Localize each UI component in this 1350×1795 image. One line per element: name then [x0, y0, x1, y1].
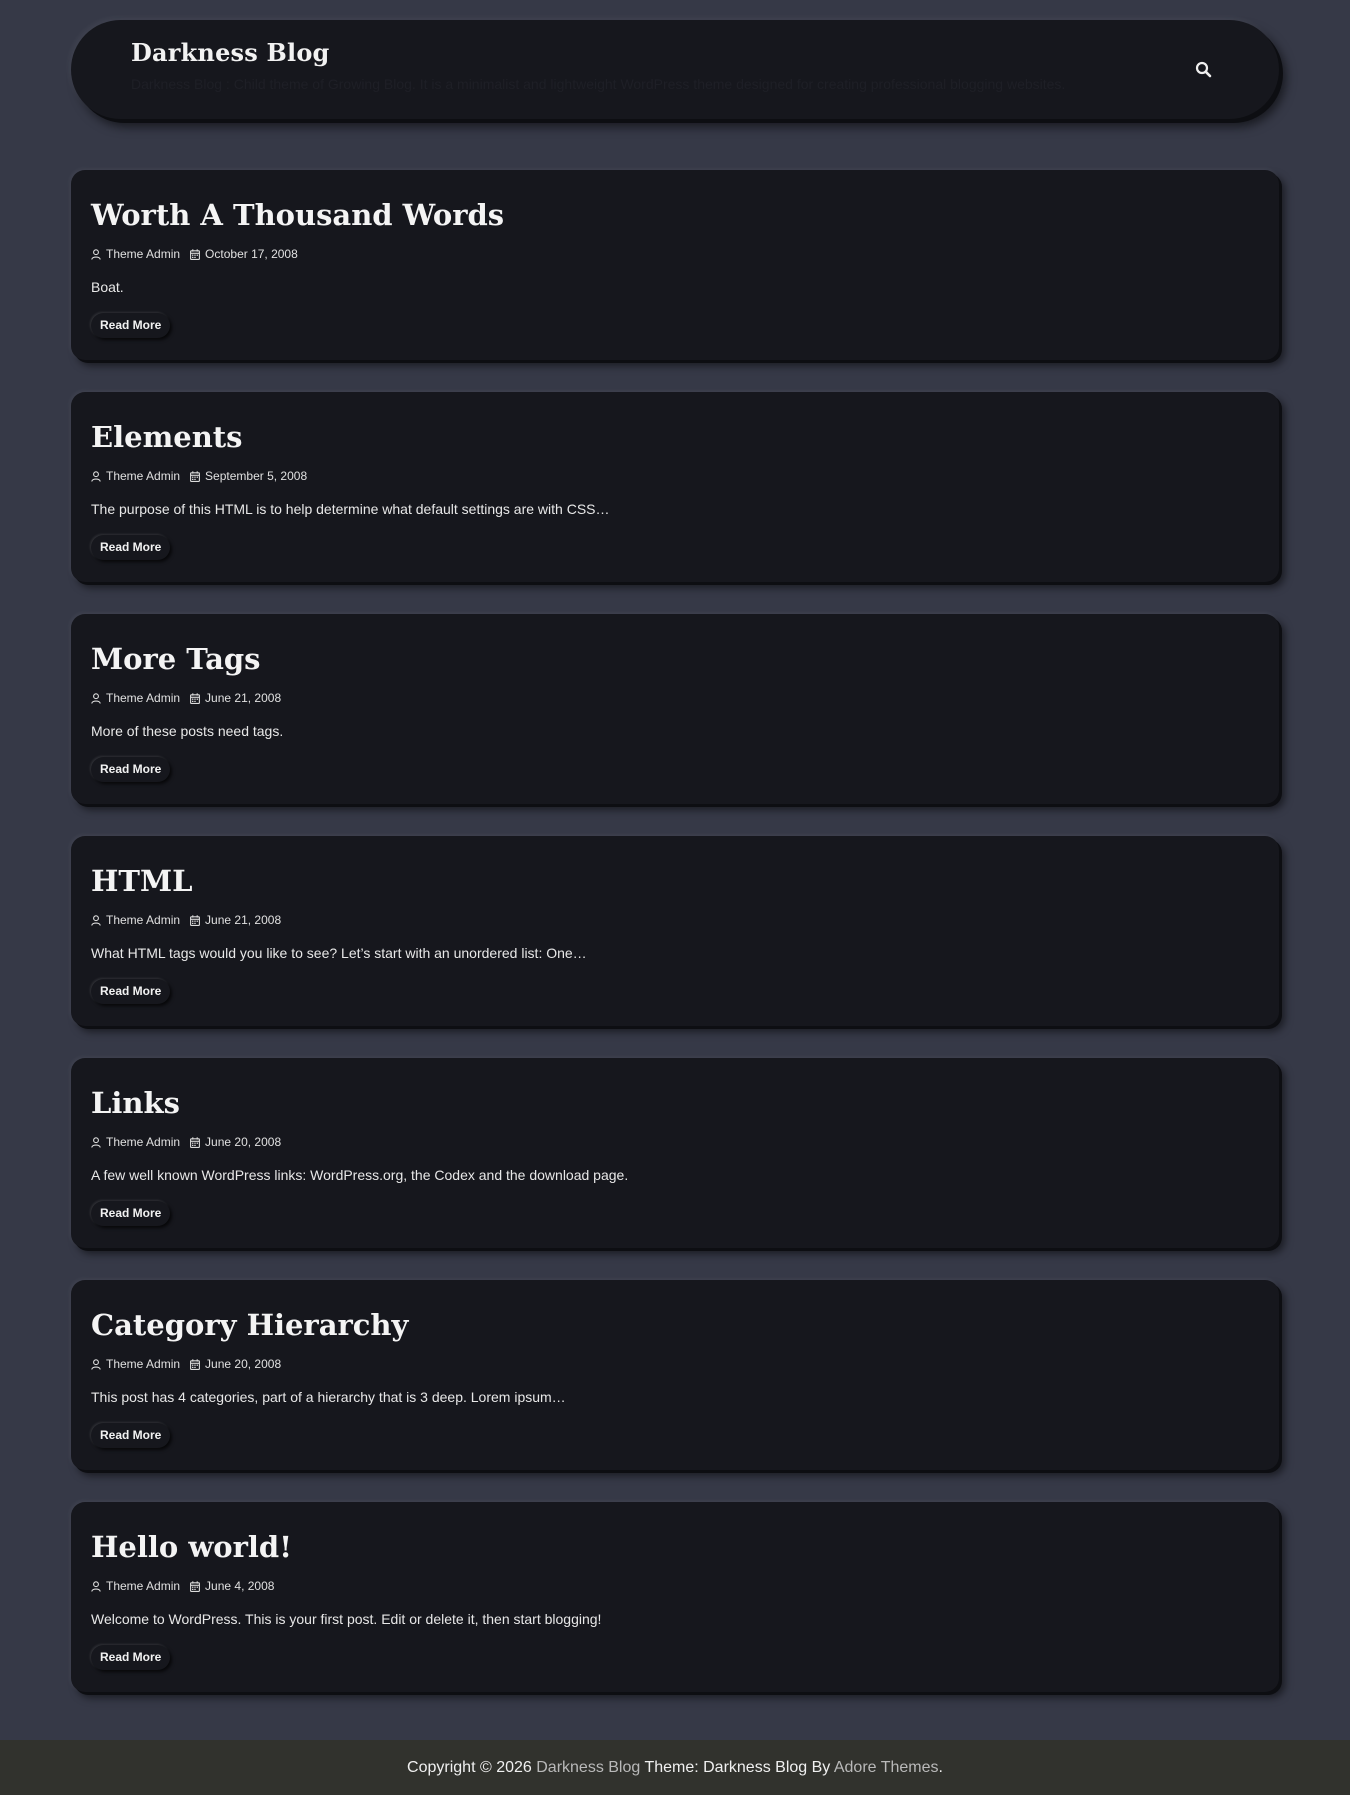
user-icon	[91, 914, 101, 926]
post-date[interactable]: June 20, 2008	[190, 1357, 281, 1371]
post-date-text: June 21, 2008	[205, 913, 282, 927]
read-more-button[interactable]: Read More	[91, 1645, 171, 1670]
post-date-text: June 20, 2008	[205, 1357, 282, 1371]
site-title[interactable]: Darkness Blog	[131, 38, 330, 67]
post-author[interactable]: Theme Admin	[91, 247, 180, 261]
post-title[interactable]: Elements	[91, 420, 243, 454]
post-card: Links Theme Admin June 20, 2008 A few well …	[71, 1058, 1279, 1248]
post-date[interactable]: June 20, 2008	[190, 1135, 281, 1149]
post-date-text: June 4, 2008	[205, 1579, 275, 1593]
post-author[interactable]: Theme Admin	[91, 691, 180, 705]
post-author-name: Theme Admin	[106, 1135, 181, 1149]
post-date-text: September 5, 2008	[205, 469, 308, 483]
post-title[interactable]: Hello world!	[91, 1530, 292, 1564]
user-icon	[91, 1358, 101, 1370]
footer-suffix: .	[938, 1759, 943, 1776]
read-more-button[interactable]: Read More	[91, 1423, 171, 1448]
search-icon	[1195, 61, 1212, 78]
post-author-name: Theme Admin	[106, 247, 181, 261]
post-author[interactable]: Theme Admin	[91, 1135, 180, 1149]
post-author-name: Theme Admin	[106, 1357, 181, 1371]
post-title[interactable]: Category Hierarchy	[91, 1308, 408, 1342]
calendar-icon	[190, 1136, 200, 1148]
post-author-name: Theme Admin	[106, 469, 181, 483]
post-meta: Theme Admin June 4, 2008	[91, 1579, 284, 1593]
post-author[interactable]: Theme Admin	[91, 913, 180, 927]
post-card: Hello world! Theme Admin June 4, 2008 Welco…	[71, 1502, 1279, 1692]
post-author-name: Theme Admin	[106, 1579, 181, 1593]
calendar-icon	[190, 914, 200, 926]
post-date[interactable]: September 5, 2008	[190, 469, 307, 483]
post-title[interactable]: More Tags	[91, 642, 260, 676]
post-author-name: Theme Admin	[106, 691, 181, 705]
post-excerpt: A few well known WordPress links: WordPr…	[91, 1167, 629, 1183]
post-title[interactable]: Worth A Thousand Words	[91, 198, 504, 232]
calendar-icon	[190, 470, 200, 482]
copyright-text: Copyright © 2026	[407, 1759, 532, 1776]
calendar-icon	[190, 1580, 200, 1592]
post-card: Worth A Thousand Words Theme Admin October…	[71, 170, 1279, 360]
post-card: Elements Theme Admin September 5, 2008 The …	[71, 392, 1279, 582]
read-more-button[interactable]: Read More	[91, 757, 171, 782]
post-author[interactable]: Theme Admin	[91, 1579, 180, 1593]
post-excerpt: The purpose of this HTML is to help dete…	[91, 501, 610, 517]
post-date[interactable]: October 17, 2008	[190, 247, 298, 261]
post-excerpt: Boat.	[91, 279, 124, 295]
read-more-button[interactable]: Read More	[91, 535, 171, 560]
user-icon	[91, 1136, 101, 1148]
site-footer: Copyright © 2026 Darkness Blog Theme: Da…	[0, 1740, 1350, 1795]
post-author[interactable]: Theme Admin	[91, 1357, 180, 1371]
post-date[interactable]: June 21, 2008	[190, 913, 281, 927]
post-meta: Theme Admin June 21, 2008	[91, 913, 291, 927]
post-card: More Tags Theme Admin June 21, 2008 More of…	[71, 614, 1279, 804]
post-author[interactable]: Theme Admin	[91, 469, 180, 483]
search-button[interactable]	[1192, 58, 1216, 82]
read-more-button[interactable]: Read More	[91, 1201, 171, 1226]
site-header: Darkness Blog Darkness Blog : Child them…	[71, 20, 1279, 119]
post-meta: Theme Admin June 21, 2008	[91, 691, 291, 705]
post-meta: Theme Admin June 20, 2008	[91, 1357, 291, 1371]
user-icon	[91, 248, 101, 260]
post-date-text: June 20, 2008	[205, 1135, 282, 1149]
calendar-icon	[190, 1358, 200, 1370]
post-meta: Theme Admin October 17, 2008	[91, 247, 308, 261]
post-date[interactable]: June 4, 2008	[190, 1579, 274, 1593]
footer-author-link[interactable]: Adore Themes	[834, 1759, 939, 1776]
user-icon	[91, 1580, 101, 1592]
site-description: Darkness Blog : Child theme of Growing B…	[131, 76, 1066, 92]
post-excerpt: More of these posts need tags.	[91, 723, 284, 739]
post-card: Category Hierarchy Theme Admin June 20, 20…	[71, 1280, 1279, 1470]
post-excerpt: What HTML tags would you like to see? Le…	[91, 945, 587, 961]
user-icon	[91, 470, 101, 482]
post-date-text: June 21, 2008	[205, 691, 282, 705]
post-meta: Theme Admin June 20, 2008	[91, 1135, 291, 1149]
post-title[interactable]: Links	[91, 1086, 180, 1120]
post-title[interactable]: HTML	[91, 864, 192, 898]
calendar-icon	[190, 692, 200, 704]
theme-credit-text: Theme: Darkness Blog By	[644, 1759, 831, 1776]
footer-site-link[interactable]: Darkness Blog	[536, 1759, 640, 1776]
read-more-button[interactable]: Read More	[91, 313, 171, 338]
post-excerpt: Welcome to WordPress. This is your first…	[91, 1611, 602, 1627]
user-icon	[91, 692, 101, 704]
post-date[interactable]: June 21, 2008	[190, 691, 281, 705]
post-date-text: October 17, 2008	[205, 247, 298, 261]
post-author-name: Theme Admin	[106, 913, 181, 927]
calendar-icon	[190, 248, 200, 260]
post-card: HTML Theme Admin June 21, 2008 What HTML ta…	[71, 836, 1279, 1026]
post-excerpt: This post has 4 categories, part of a hi…	[91, 1389, 566, 1405]
read-more-button[interactable]: Read More	[91, 979, 171, 1004]
post-meta: Theme Admin September 5, 2008	[91, 469, 317, 483]
